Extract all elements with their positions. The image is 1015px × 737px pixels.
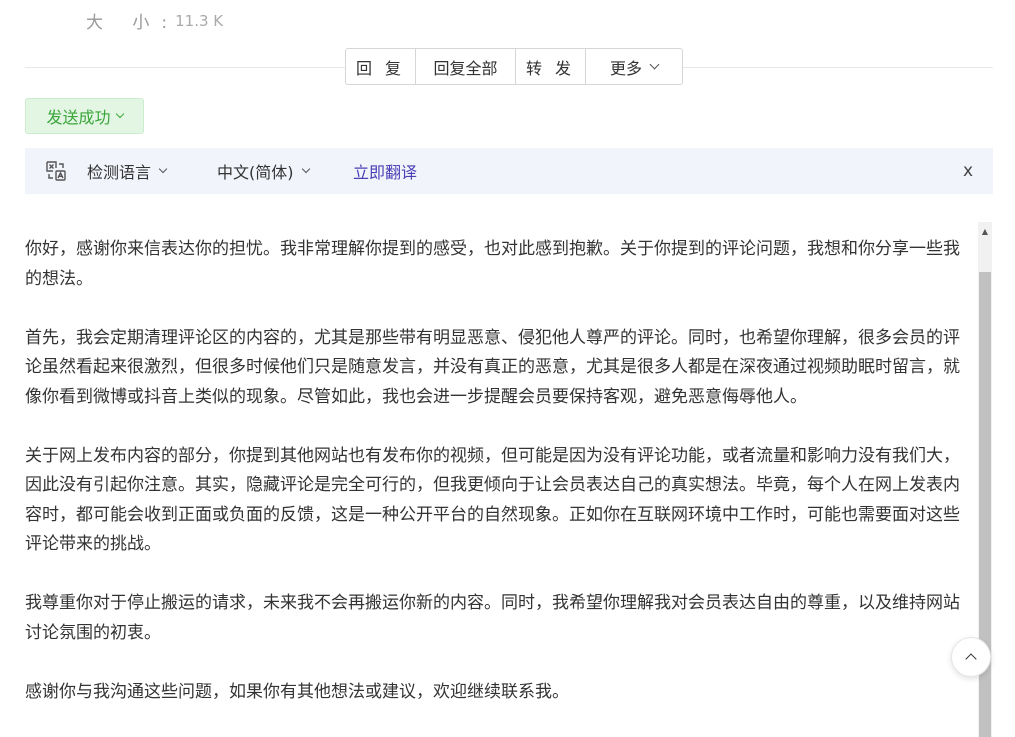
translate-bar: 检测语言 中文(简体) 立即翻译 x	[25, 148, 993, 194]
reply-all-button[interactable]: 回复全部	[416, 49, 516, 84]
more-label: 更多	[609, 58, 642, 78]
scroll-up-arrow-icon[interactable]: ▲	[978, 224, 992, 238]
mail-action-bar: 回 复 回复全部 转 发 更多	[345, 48, 683, 85]
message-paragraph: 感谢你与我沟通这些问题，如果你有其他想法或建议，欢迎继续联系我。	[25, 681, 569, 702]
chevron-down-icon	[301, 164, 310, 173]
message-paragraph: 首先，我会定期清理评论区的内容的，尤其是那些带有明显恶意、侵犯他人尊严的评论。同…	[25, 327, 960, 407]
chevron-up-icon	[965, 653, 977, 665]
send-status-dropdown[interactable]: 发送成功	[25, 98, 144, 134]
message-paragraph: 我尊重你对于停止搬运的请求，未来我不会再搬运你新的内容。同时，我希望你理解我对会…	[25, 593, 960, 643]
size-label: 大 小:	[86, 13, 180, 33]
chevron-down-icon	[649, 59, 660, 69]
forward-button[interactable]: 转 发	[516, 49, 586, 84]
translate-icon	[46, 161, 66, 181]
chevron-down-icon	[158, 164, 168, 173]
message-paragraph: 关于网上发布内容的部分，你提到其他网站也有发布你的视频，但可能是因为没有评论功能…	[25, 445, 960, 555]
close-translate-button[interactable]: x	[963, 148, 973, 194]
more-button[interactable]: 更多	[586, 49, 682, 84]
attachment-size: 大 小: 11.3 K	[86, 8, 224, 34]
message-paragraph: 你好，感谢你来信表达你的担忧。我非常理解你提到的感受，也对此感到抱歉。关于你提到…	[25, 239, 960, 289]
size-value: 11.3 K	[175, 11, 224, 30]
source-language-select[interactable]: 检测语言	[87, 148, 168, 194]
translate-now-link[interactable]: 立即翻译	[353, 148, 417, 194]
reply-button[interactable]: 回 复	[346, 49, 416, 84]
target-language-label: 中文(简体)	[217, 163, 294, 182]
source-language-label: 检测语言	[87, 163, 152, 182]
back-to-top-button[interactable]	[951, 637, 991, 677]
target-language-select[interactable]: 中文(简体)	[217, 148, 310, 194]
send-status-label: 发送成功	[46, 108, 111, 127]
message-body: 你好，感谢你来信表达你的担忧。我非常理解你提到的感受，也对此感到抱歉。关于你提到…	[25, 235, 975, 737]
chevron-down-icon	[115, 109, 124, 118]
